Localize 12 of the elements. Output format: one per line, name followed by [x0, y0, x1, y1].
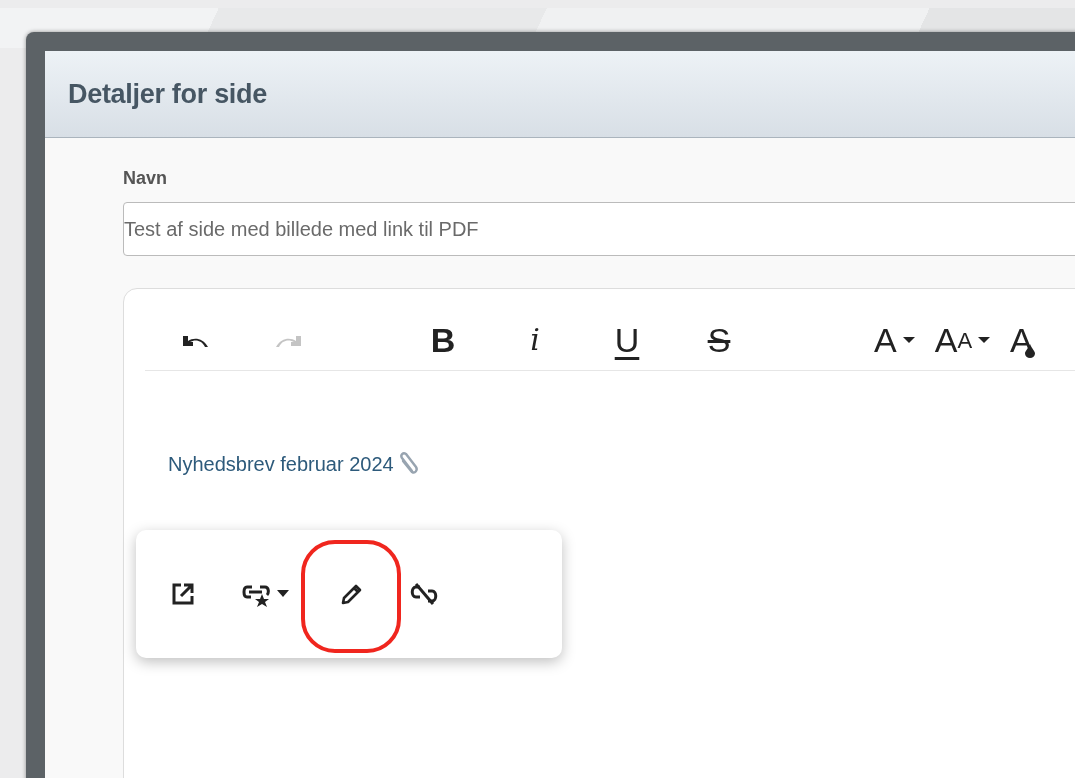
field-label: Navn: [123, 168, 168, 189]
document-link[interactable]: Nyhedsbrev februar 2024: [168, 452, 394, 476]
font-button[interactable]: A: [874, 314, 915, 366]
dialog-title: Detaljer for side: [68, 78, 267, 110]
font-size-button[interactable]: AA: [934, 314, 991, 366]
bold-button[interactable]: B: [418, 314, 468, 366]
strikethrough-button[interactable]: S: [694, 314, 744, 366]
name-field[interactable]: Test af side med billede med link til PDF: [123, 202, 1075, 256]
unlink-icon: [409, 581, 439, 607]
external-link-icon: [170, 581, 196, 607]
underline-button[interactable]: U: [602, 314, 652, 366]
italic-button[interactable]: i: [510, 314, 560, 366]
